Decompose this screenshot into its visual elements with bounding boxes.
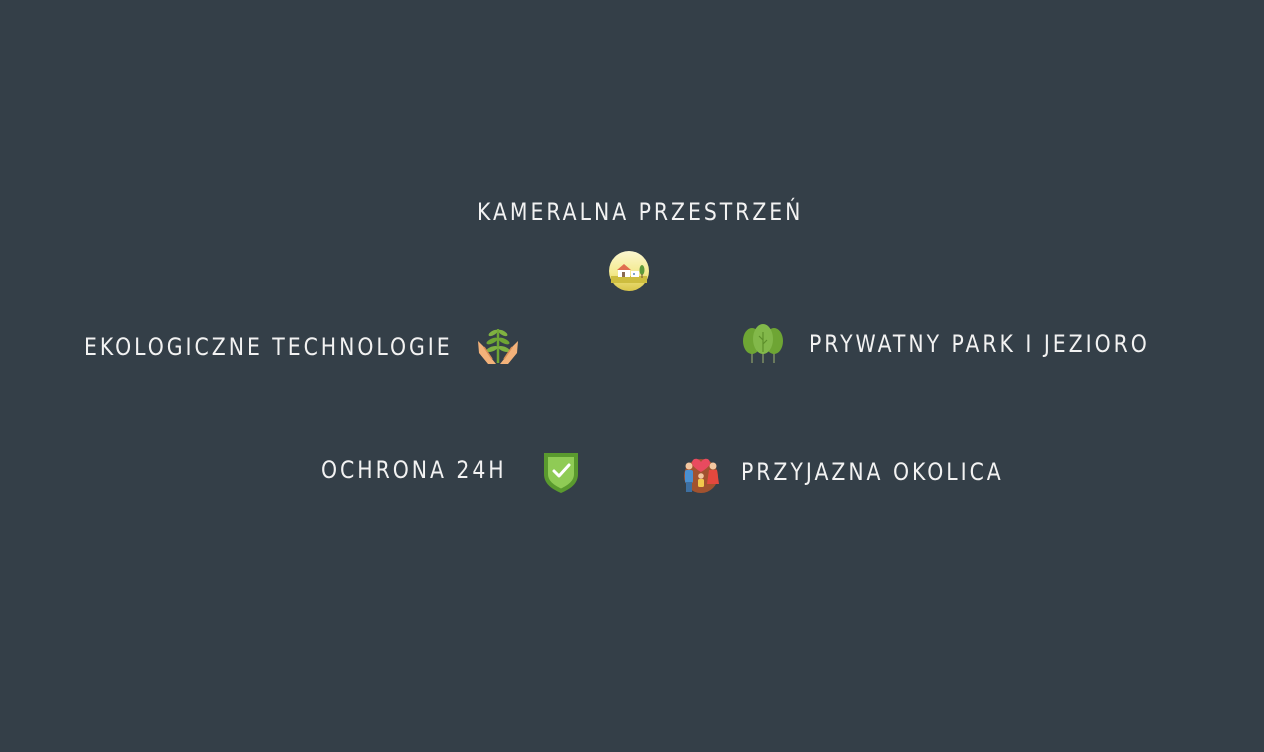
house-landscape-icon bbox=[609, 251, 649, 291]
feature-label-friendly-area: PRZYJAZNA OKOLICA bbox=[741, 458, 1004, 486]
feature-label-private-park: PRYWATNY PARK I JEZIORO bbox=[809, 330, 1150, 358]
trees-icon bbox=[743, 324, 783, 363]
shield-check-icon bbox=[544, 453, 578, 493]
feature-label-security: OCHRONA 24H bbox=[321, 456, 507, 484]
feature-label-eco-tech: EKOLOGICZNE TECHNOLOGIE bbox=[84, 333, 453, 361]
feature-label-cozy-space: KAMERALNA PRZESTRZEŃ bbox=[477, 198, 804, 226]
family-heart-icon bbox=[684, 458, 719, 493]
hands-plant-icon bbox=[478, 329, 518, 364]
